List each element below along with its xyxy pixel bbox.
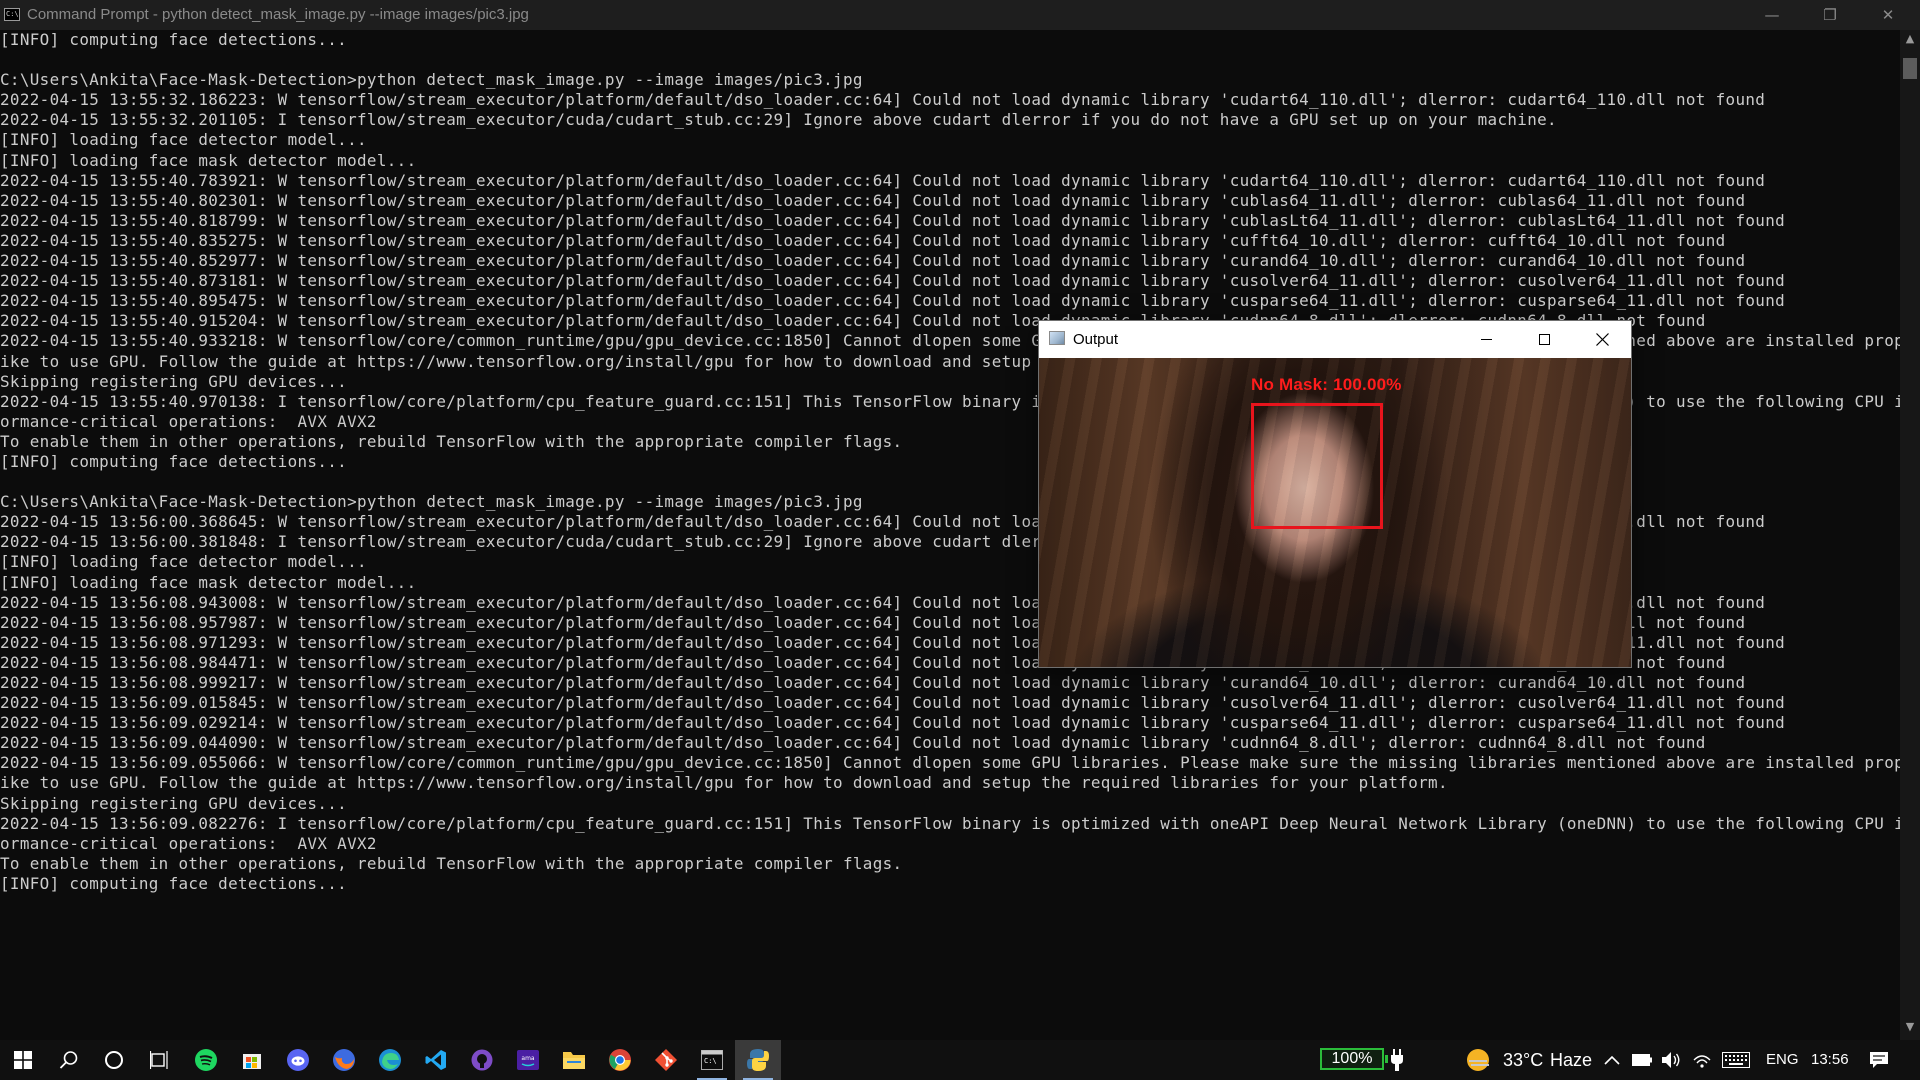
console-titlebar[interactable]: C:\ Command Prompt - python detect_mask_… [0, 0, 1920, 30]
console-title: Command Prompt - python detect_mask_imag… [27, 6, 529, 23]
minimize-icon [1481, 339, 1492, 340]
console-line: ormance-critical operations: AVX AVX2 [0, 833, 377, 853]
console-line: 2022-04-15 13:55:40.895475: W tensorflow… [0, 291, 1786, 311]
console-line: 2022-04-15 13:55:32.186223: W tensorflow… [0, 90, 1766, 110]
spotify-icon [195, 1049, 217, 1071]
vscode-button[interactable] [413, 1040, 459, 1080]
scroll-thumb[interactable] [1903, 58, 1917, 79]
microsoft-store-button[interactable] [229, 1040, 275, 1080]
output-titlebar[interactable]: Output [1039, 321, 1631, 358]
image-app-icon [1049, 331, 1065, 345]
console-window: C:\ Command Prompt - python detect_mask_… [0, 0, 1920, 1040]
amazon-music-icon: ama [517, 1050, 539, 1070]
console-minimize-button[interactable]: — [1743, 0, 1801, 30]
console-close-button[interactable]: ✕ [1859, 0, 1917, 30]
keyboard-icon[interactable] [1722, 1040, 1750, 1080]
output-window: Output No Mask: 100.00% [1038, 320, 1632, 668]
console-line: C:\Users\Ankita\Face-Mask-Detection>pyth… [0, 70, 863, 90]
git-icon [655, 1049, 677, 1071]
detection-label: No Mask: 100.00% [1251, 375, 1402, 394]
console-line: [INFO] computing face detections... [0, 873, 348, 893]
output-maximize-button[interactable] [1515, 321, 1573, 358]
edge-icon [379, 1049, 401, 1071]
firefox-icon [333, 1049, 355, 1071]
console-line: ike to use GPU. Follow the guide at http… [0, 773, 1448, 793]
scroll-down-arrow-icon[interactable]: ▼ [1900, 1020, 1920, 1033]
firefox-button[interactable] [321, 1040, 367, 1080]
spotify-button[interactable] [183, 1040, 229, 1080]
github-icon [471, 1049, 493, 1071]
chevron-up-icon[interactable] [1604, 1040, 1620, 1080]
maximize-icon [1539, 334, 1550, 345]
console-line: [INFO] loading face detector model... [0, 130, 367, 150]
svg-text:ama: ama [521, 1055, 535, 1062]
wifi-icon[interactable] [1692, 1040, 1712, 1080]
store-bag-icon [243, 1054, 261, 1069]
output-close-button[interactable] [1573, 321, 1631, 358]
windows-logo-icon [14, 1051, 32, 1069]
task-view-icon [150, 1051, 168, 1069]
console-line: 2022-04-15 13:55:40.873181: W tensorflow… [0, 271, 1786, 291]
git-button[interactable] [643, 1040, 689, 1080]
vscode-icon [425, 1050, 446, 1070]
face-bounding-box [1251, 403, 1383, 529]
volume-icon[interactable] [1661, 1040, 1681, 1080]
svg-text:C:\: C:\ [704, 1057, 717, 1065]
console-line: 2022-04-15 13:56:08.999217: W tensorflow… [0, 673, 1746, 692]
weather-temperature[interactable]: 33°C [1503, 1040, 1543, 1080]
cortana-circle-icon [105, 1051, 123, 1069]
console-line: 2022-04-15 13:56:09.055066: W tensorflow… [0, 753, 1900, 773]
search-button[interactable] [46, 1040, 92, 1080]
battery-icon[interactable] [1632, 1040, 1652, 1080]
console-line: 2022-04-15 13:55:40.852977: W tensorflow… [0, 251, 1746, 271]
console-line: 2022-04-15 13:55:40.818799: W tensorflow… [0, 210, 1786, 230]
python-icon [747, 1049, 769, 1071]
console-scrollbar[interactable]: ▲ ▼ [1900, 30, 1920, 1040]
power-plug-icon[interactable] [1390, 1040, 1404, 1080]
console-line: 2022-04-15 13:56:09.044090: W tensorflow… [0, 733, 1706, 753]
console-line: 2022-04-15 13:55:32.201105: I tensorflow… [0, 110, 1557, 130]
console-line: 2022-04-15 13:56:09.029214: W tensorflow… [0, 713, 1786, 733]
discord-button[interactable] [275, 1040, 321, 1080]
github-desktop-button[interactable] [459, 1040, 505, 1080]
console-line: [INFO] loading face mask detector model.… [0, 150, 417, 170]
detection-output-image: No Mask: 100.00% [1039, 358, 1631, 667]
scroll-up-arrow-icon[interactable]: ▲ [1900, 32, 1920, 45]
close-icon [1596, 333, 1609, 346]
folder-icon [563, 1052, 585, 1069]
battery-percent-widget[interactable]: 100% [1320, 1048, 1388, 1070]
console-line: 2022-04-15 13:55:40.802301: W tensorflow… [0, 190, 1746, 210]
notifications-icon[interactable] [1869, 1040, 1889, 1080]
terminal-icon: C:\ [701, 1050, 723, 1070]
console-line: To enable them in other operations, rebu… [0, 853, 903, 873]
console-line: 2022-04-15 13:56:09.082276: I tensorflow… [0, 813, 1900, 833]
clock-time[interactable]: 13:56 [1811, 1040, 1849, 1080]
output-title: Output [1073, 331, 1119, 348]
python-taskbar-button[interactable] [735, 1040, 781, 1080]
weather-haze-icon[interactable] [1465, 1040, 1491, 1080]
cortana-button[interactable] [91, 1040, 137, 1080]
discord-icon [287, 1049, 309, 1071]
weather-condition[interactable]: Haze [1550, 1040, 1592, 1080]
search-icon [59, 1051, 78, 1069]
console-restore-button[interactable]: ❐ [1801, 0, 1859, 30]
console-line: Skipping registering GPU devices... [0, 793, 348, 813]
console-line: 2022-04-15 13:56:09.015845: W tensorflow… [0, 693, 1786, 713]
command-prompt-icon: C:\ [4, 8, 20, 21]
command-prompt-taskbar-button[interactable]: C:\ [689, 1040, 735, 1080]
chrome-icon [609, 1049, 631, 1071]
edge-button[interactable] [367, 1040, 413, 1080]
console-line: [INFO] computing face detections... [0, 30, 348, 49]
task-view-button[interactable] [137, 1040, 183, 1080]
file-explorer-button[interactable] [551, 1040, 597, 1080]
input-language[interactable]: ENG [1766, 1040, 1799, 1080]
taskbar: ama C:\ 100% 33°C Haze ENG 13:56 [0, 1040, 1920, 1080]
output-minimize-button[interactable] [1457, 321, 1515, 358]
console-line: 2022-04-15 13:55:40.835275: W tensorflow… [0, 230, 1726, 250]
console-line: 2022-04-15 13:55:40.783921: W tensorflow… [0, 170, 1766, 190]
chrome-button[interactable] [597, 1040, 643, 1080]
amazon-music-button[interactable]: ama [505, 1040, 551, 1080]
start-button[interactable] [0, 1040, 46, 1080]
